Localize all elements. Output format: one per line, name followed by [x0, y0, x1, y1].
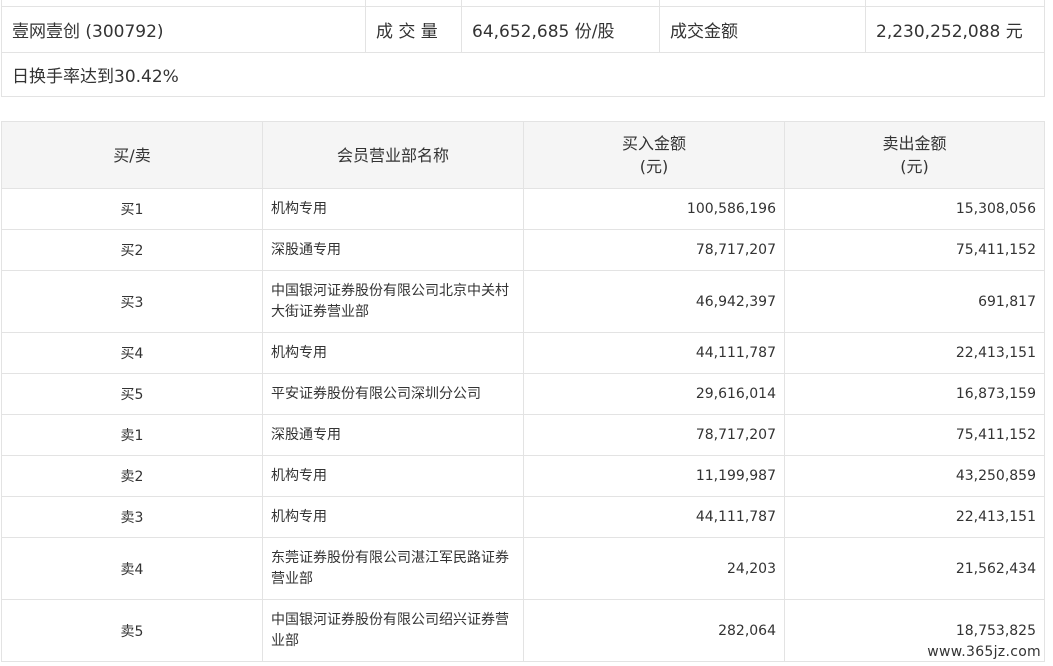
broker-table: 买/卖 会员营业部名称 买入金额 (元) 卖出金额 (元) 买1 机构专用 10… — [1, 121, 1045, 662]
summary-row: 壹网壹创 (300792) 成 交 量 64,652,685 份/股 成交金额 … — [1, 6, 1045, 53]
side-cell: 买2 — [1, 229, 263, 271]
buy-amount-cell: 282,064 — [523, 599, 785, 662]
buy-amount-cell: 24,203 — [523, 537, 785, 600]
side-cell: 卖4 — [1, 537, 263, 600]
site-watermark: www.365jz.com — [925, 644, 1043, 660]
broker-cell: 平安证券股份有限公司深圳分公司 — [262, 373, 524, 415]
table-row: 买5 平安证券股份有限公司深圳分公司 29,616,014 16,873,159 — [1, 373, 1045, 415]
side-cell: 买3 — [1, 270, 263, 333]
sell-amount-cell: 691,817 — [784, 270, 1045, 333]
broker-cell: 中国银河证券股份有限公司绍兴证券营业部 — [262, 599, 524, 662]
buy-amount-cell: 46,942,397 — [523, 270, 785, 333]
table-row: 卖3 机构专用 44,111,787 22,413,151 — [1, 496, 1045, 538]
table-row: 卖2 机构专用 11,199,987 43,250,859 — [1, 455, 1045, 497]
sell-amount-cell: 21,562,434 — [784, 537, 1045, 600]
side-cell: 卖2 — [1, 455, 263, 497]
summary-note-row: 日换手率达到30.42% — [1, 52, 1045, 97]
header-buy-line1: 买入金额 — [621, 134, 686, 153]
header-broker: 会员营业部名称 — [262, 121, 524, 189]
sell-amount-cell: 75,411,152 — [784, 229, 1045, 271]
header-side: 买/卖 — [1, 121, 263, 189]
sell-amount-cell: 22,413,151 — [784, 496, 1045, 538]
table-row: 卖5 中国银河证券股份有限公司绍兴证券营业部 282,064 18,753,82… — [1, 599, 1045, 662]
buy-amount-cell: 44,111,787 — [523, 496, 785, 538]
header-sell-line1: 卖出金额 — [882, 134, 947, 153]
buy-amount-cell: 78,717,207 — [523, 414, 785, 456]
broker-cell: 深股通专用 — [262, 414, 524, 456]
side-cell: 卖5 — [1, 599, 263, 662]
broker-cell: 机构专用 — [262, 496, 524, 538]
side-cell: 卖3 — [1, 496, 263, 538]
table-header-row: 买/卖 会员营业部名称 买入金额 (元) 卖出金额 (元) — [1, 121, 1045, 189]
volume-value: 64,652,685 份/股 — [461, 6, 660, 53]
turnover-note: 日换手率达到30.42% — [1, 52, 1045, 97]
buy-amount-cell: 78,717,207 — [523, 229, 785, 271]
table-row: 卖1 深股通专用 78,717,207 75,411,152 — [1, 414, 1045, 456]
sell-amount-cell: 22,413,151 — [784, 332, 1045, 374]
side-cell: 卖1 — [1, 414, 263, 456]
sell-amount-cell: 15,308,056 — [784, 188, 1045, 230]
broker-cell: 机构专用 — [262, 455, 524, 497]
buy-amount-cell: 29,616,014 — [523, 373, 785, 415]
sell-amount-cell: 16,873,159 — [784, 373, 1045, 415]
buy-amount-cell: 44,111,787 — [523, 332, 785, 374]
header-buy-line2: (元) — [639, 157, 669, 176]
table-row: 买2 深股通专用 78,717,207 75,411,152 — [1, 229, 1045, 271]
amount-value: 2,230,252,088 元 — [865, 6, 1045, 53]
buy-amount-cell: 100,586,196 — [523, 188, 785, 230]
broker-cell: 东莞证券股份有限公司湛江军民路证券营业部 — [262, 537, 524, 600]
table-row: 买3 中国银河证券股份有限公司北京中关村大街证券营业部 46,942,397 6… — [1, 270, 1045, 333]
sell-amount-cell: 43,250,859 — [784, 455, 1045, 497]
stock-name: 壹网壹创 (300792) — [1, 6, 366, 53]
amount-label: 成交金额 — [659, 6, 866, 53]
table-row: 卖4 东莞证券股份有限公司湛江军民路证券营业部 24,203 21,562,43… — [1, 537, 1045, 600]
header-sell-amount: 卖出金额 (元) — [784, 121, 1045, 189]
buy-amount-cell: 11,199,987 — [523, 455, 785, 497]
volume-label: 成 交 量 — [365, 6, 462, 53]
table-row: 买4 机构专用 44,111,787 22,413,151 — [1, 332, 1045, 374]
header-sell-line2: (元) — [900, 157, 929, 176]
broker-cell: 深股通专用 — [262, 229, 524, 271]
table-row: 买1 机构专用 100,586,196 15,308,056 — [1, 188, 1045, 230]
broker-cell: 机构专用 — [262, 332, 524, 374]
sell-amount-cell: 75,411,152 — [784, 414, 1045, 456]
summary-table: 壹网壹创 (300792) 成 交 量 64,652,685 份/股 成交金额 … — [1, 0, 1045, 97]
side-cell: 买1 — [1, 188, 263, 230]
broker-cell: 机构专用 — [262, 188, 524, 230]
side-cell: 买4 — [1, 332, 263, 374]
side-cell: 买5 — [1, 373, 263, 415]
broker-cell: 中国银河证券股份有限公司北京中关村大街证券营业部 — [262, 270, 524, 333]
header-buy-amount: 买入金额 (元) — [523, 121, 785, 189]
